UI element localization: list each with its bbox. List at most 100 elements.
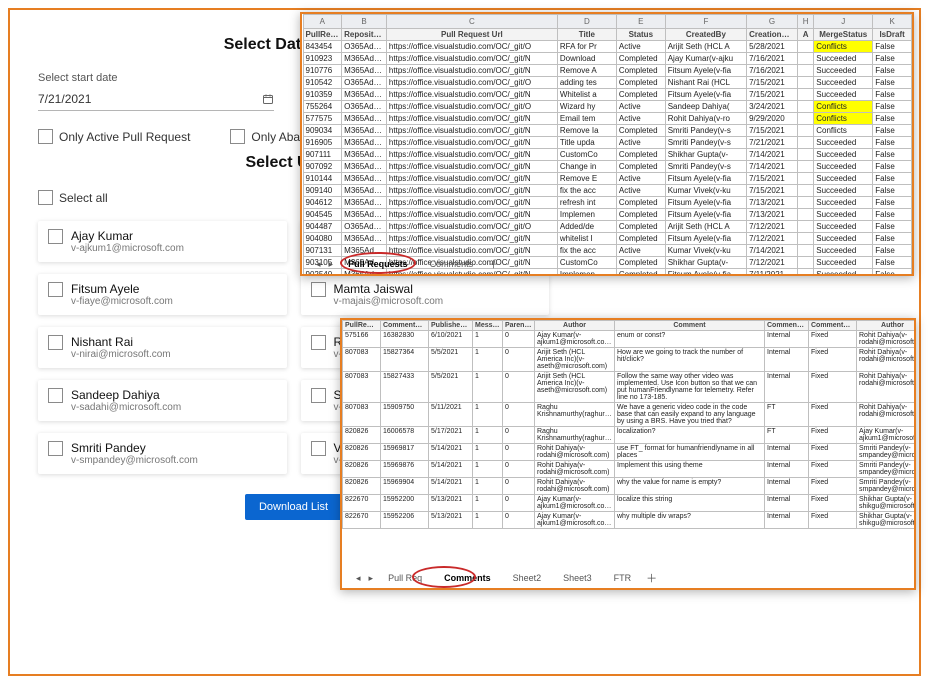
column-header[interactable]: CreatedBy [665,29,746,41]
table-row[interactable]: 577575M365Adminhttps://office.visualstud… [303,113,912,125]
cell[interactable]: Change in [557,161,616,173]
cell[interactable]: Fitsum Ayele(v-fia [665,209,746,221]
column-header[interactable]: Author [857,321,917,331]
cell[interactable]: 904080 [303,233,342,245]
cell[interactable]: 0 [503,403,535,427]
cell[interactable]: 910776 [303,65,342,77]
cell[interactable]: 16382830 [381,331,429,348]
table-row[interactable]: 820826159698765/14/202110Rohit Dahiya(v-… [343,461,917,478]
cell[interactable]: Internal [765,495,809,512]
cell[interactable]: How are we going to track the number of … [615,348,765,372]
column-letter[interactable]: C [386,15,557,29]
cell[interactable]: Fixed [809,331,857,348]
column-header[interactable]: Pull Request Url [386,29,557,41]
cell[interactable] [797,53,813,65]
cell[interactable]: Succeeded [814,149,873,161]
cell[interactable]: False [873,125,912,137]
column-header[interactable]: Repository [342,29,387,41]
cell[interactable]: Succeeded [814,257,873,269]
cell[interactable]: Ajay Kumar(v-ajkum1@microsoft.com) [535,495,615,512]
cell[interactable]: 15969876 [381,461,429,478]
cell[interactable]: O365Admin [342,41,387,53]
cell[interactable]: 822670 [343,495,381,512]
cell[interactable]: 910923 [303,53,342,65]
cell[interactable]: 7/14/2021 [747,161,798,173]
cell[interactable]: Fitsum Ayele(v-fia [665,65,746,77]
cell[interactable]: 15969904 [381,478,429,495]
tab-nav-right-icon[interactable]: ▸ [329,259,334,270]
cell[interactable]: 3/24/2021 [747,101,798,113]
table-row[interactable]: 820826159698175/14/202110Rohit Dahiya(v-… [343,444,917,461]
cell[interactable]: M365Admin [342,185,387,197]
cell[interactable]: 7/15/2021 [747,125,798,137]
tab-pull-requests[interactable]: Pull Requests [341,257,415,271]
cell[interactable]: Conflicts [814,125,873,137]
cell[interactable]: enum or const? [615,331,765,348]
cell[interactable]: 0 [503,495,535,512]
cell[interactable]: Fixed [809,478,857,495]
cell[interactable]: Completed [616,77,665,89]
cell[interactable]: 5/14/2021 [429,444,473,461]
cell[interactable]: Title upda [557,137,616,149]
cell[interactable]: False [873,197,912,209]
user-card[interactable]: Mamta Jaiswalv-majais@microsoft.com [301,274,550,315]
cell[interactable]: Smriti Pandey(v-smpandey@microsoft.com) [857,478,917,495]
table-row[interactable]: 916905M365Adminhttps://office.visualstud… [303,137,912,149]
table-row[interactable]: 807083158274335/5/202110Arijit Seth (HCL… [343,372,917,403]
column-header[interactable]: MessageId [473,321,503,331]
cell[interactable]: 5/5/2021 [429,348,473,372]
cell[interactable]: Follow the same way other video was impl… [615,372,765,403]
cell[interactable] [797,77,813,89]
cell[interactable]: https://office.visualstudio.com/OC/_git/… [386,221,557,233]
cell[interactable]: Wizard hy [557,101,616,113]
column-header[interactable]: Comment [615,321,765,331]
cell[interactable]: False [873,185,912,197]
cell[interactable]: 7/14/2021 [747,245,798,257]
table-row[interactable]: 575166163828306/10/202110Ajay Kumar(v-aj… [343,331,917,348]
cell[interactable]: 904545 [303,209,342,221]
cell[interactable]: Fixed [809,427,857,444]
cell[interactable]: 7/15/2021 [747,185,798,197]
tab-comments[interactable]: Comments [423,257,481,271]
table-row[interactable]: 820826160065785/17/202110Raghu Krishnamu… [343,427,917,444]
cell[interactable] [797,101,813,113]
cell[interactable]: fix the acc [557,185,616,197]
tab-ftr[interactable]: FTR [607,571,639,585]
cell[interactable]: https://office.visualstudio.com/OC/_git/… [386,233,557,245]
cell[interactable]: 5/14/2021 [429,461,473,478]
cell[interactable]: Active [616,41,665,53]
user-card[interactable]: Smriti Pandeyv-smpandey@microsoft.com [38,433,287,474]
cell[interactable] [797,197,813,209]
table-row[interactable]: 910776M365Adminhttps://office.visualstud… [303,65,912,77]
cell[interactable]: 7/21/2021 [747,137,798,149]
add-sheet-icon[interactable]: ＋ [488,256,499,272]
cell[interactable] [797,161,813,173]
cell[interactable]: Arijit Seth (HCL A [665,221,746,233]
cell[interactable]: False [873,41,912,53]
cell[interactable]: False [873,101,912,113]
cell[interactable]: https://office.visualstudio.com/OC/_git/… [386,245,557,257]
cell[interactable]: https://office.visualstudio.com/OC/_git/… [386,149,557,161]
cell[interactable]: 6/10/2021 [429,331,473,348]
column-header[interactable]: Author [535,321,615,331]
cell[interactable]: Succeeded [814,173,873,185]
cell[interactable]: Fitsum Ayele(v-fia [665,269,746,277]
cell[interactable]: 843454 [303,41,342,53]
cell[interactable]: 15952206 [381,512,429,529]
column-letter[interactable]: K [873,15,912,29]
cell[interactable]: 15969817 [381,444,429,461]
table-row[interactable]: 843454O365Adminhttps://office.visualstud… [303,41,912,53]
cell[interactable]: 807083 [343,348,381,372]
table-row[interactable]: 904080M365Adminhttps://office.visualstud… [303,233,912,245]
cell[interactable]: Raghu Krishnamurthy(raghurk@microsoft.co… [535,403,615,427]
cell[interactable]: 15909750 [381,403,429,427]
cell[interactable]: Fixed [809,461,857,478]
cell[interactable]: Internal [765,478,809,495]
start-date-input[interactable]: 7/21/2021 [38,88,274,111]
cell[interactable]: Kumar Vivek(v-ku [665,185,746,197]
cell[interactable]: why multiple div wraps? [615,512,765,529]
add-sheet-icon[interactable]: ＋ [646,570,657,586]
cell[interactable]: adding tes [557,77,616,89]
cell[interactable] [797,269,813,277]
table-row[interactable]: 910359M365Adminhttps://office.visualstud… [303,89,912,101]
